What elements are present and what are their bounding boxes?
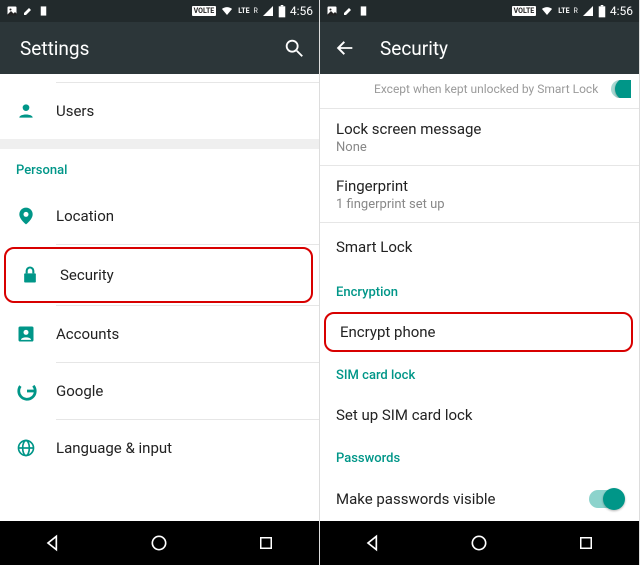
nav-back[interactable] xyxy=(362,532,384,554)
app-bar: Settings xyxy=(0,22,319,74)
security-screen: VOLTE LTE R 4:56 Security Except when ke… xyxy=(320,0,640,565)
page-title: Settings xyxy=(20,37,89,60)
location-icon xyxy=(16,205,56,227)
row-lock-screen-message[interactable]: Lock screen message None xyxy=(320,109,639,165)
row-sub: None xyxy=(336,140,623,155)
image-icon xyxy=(6,5,18,17)
page-title: Security xyxy=(380,37,448,60)
row-fingerprint[interactable]: Fingerprint 1 fingerprint set up xyxy=(320,166,639,222)
row-label: Language & input xyxy=(56,439,303,457)
back-icon[interactable] xyxy=(334,37,356,59)
row-label: Users xyxy=(56,102,303,120)
row-label: Google xyxy=(56,382,303,400)
row-security[interactable]: Security xyxy=(4,247,313,303)
security-list: Except when kept unlocked by Smart Lock … xyxy=(320,74,639,521)
row-label: Set up SIM card lock xyxy=(336,406,623,424)
section-encryption: Encryption xyxy=(320,271,639,310)
row-label: Smart Lock xyxy=(336,238,623,256)
signal-icon xyxy=(582,5,594,17)
image-icon xyxy=(326,5,338,17)
section-sim-lock: SIM card lock xyxy=(320,354,639,393)
volte-badge: VOLTE xyxy=(192,6,217,16)
section-personal: Personal xyxy=(0,149,319,188)
row-label: Encrypt phone xyxy=(340,323,617,341)
row-users[interactable]: Users xyxy=(0,83,319,139)
hint-text: Except when kept unlocked by Smart Lock xyxy=(374,82,598,96)
roaming-label: R xyxy=(574,7,578,15)
status-bar: VOLTE LTE R 4:56 xyxy=(320,0,639,22)
row-label: Security xyxy=(60,266,297,284)
search-icon[interactable] xyxy=(283,37,305,59)
toggle-passwords[interactable] xyxy=(589,490,623,508)
edit-icon xyxy=(22,5,34,17)
section-passwords: Passwords xyxy=(320,437,639,476)
row-smart-lock[interactable]: Smart Lock xyxy=(320,223,639,271)
clock: 4:56 xyxy=(610,4,633,18)
nav-bar xyxy=(0,521,319,565)
row-label: Fingerprint xyxy=(336,177,623,195)
toggle-partial[interactable] xyxy=(611,80,631,98)
nav-home[interactable] xyxy=(148,532,170,554)
sdcard-icon xyxy=(358,5,369,17)
signal-icon xyxy=(262,5,274,17)
wifi-icon xyxy=(220,5,234,17)
lte-label: LTE xyxy=(238,7,249,15)
battery-icon xyxy=(598,5,606,18)
edit-icon xyxy=(342,5,354,17)
row-google[interactable]: Google xyxy=(0,363,319,419)
row-sim-setup[interactable]: Set up SIM card lock xyxy=(320,393,639,437)
row-passwords-visible[interactable]: Make passwords visible xyxy=(320,476,639,521)
globe-icon xyxy=(16,438,56,458)
row-label: Make passwords visible xyxy=(336,490,589,508)
nav-recent[interactable] xyxy=(255,532,277,554)
row-label: Accounts xyxy=(56,325,303,343)
row-language[interactable]: Language & input xyxy=(0,420,319,476)
accounts-icon xyxy=(16,324,56,344)
row-label: Lock screen message xyxy=(336,120,623,138)
volte-badge: VOLTE xyxy=(512,6,537,16)
nav-bar xyxy=(320,521,639,565)
row-location[interactable]: Location xyxy=(0,188,319,244)
row-sub: 1 fingerprint set up xyxy=(336,197,623,212)
clock: 4:56 xyxy=(290,4,313,18)
row-label: Location xyxy=(56,207,303,225)
wifi-icon xyxy=(540,5,554,17)
row-accounts[interactable]: Accounts xyxy=(0,306,319,362)
lte-label: LTE xyxy=(558,7,569,15)
status-bar: VOLTE LTE R 4:56 xyxy=(0,0,319,22)
app-bar: Security xyxy=(320,22,639,74)
users-icon xyxy=(16,101,56,121)
battery-icon xyxy=(278,5,286,18)
lock-icon xyxy=(20,264,60,286)
nav-recent[interactable] xyxy=(575,532,597,554)
row-smartlock-hint: Except when kept unlocked by Smart Lock xyxy=(320,74,639,108)
nav-back[interactable] xyxy=(42,532,64,554)
settings-screen: VOLTE LTE R 4:56 Settings Users Personal… xyxy=(0,0,320,565)
sdcard-icon xyxy=(38,5,49,17)
nav-home[interactable] xyxy=(468,532,490,554)
google-icon xyxy=(16,380,56,402)
row-encrypt-phone[interactable]: Encrypt phone xyxy=(324,312,633,352)
roaming-label: R xyxy=(254,7,258,15)
settings-list: Users Personal Location Security Account… xyxy=(0,74,319,521)
